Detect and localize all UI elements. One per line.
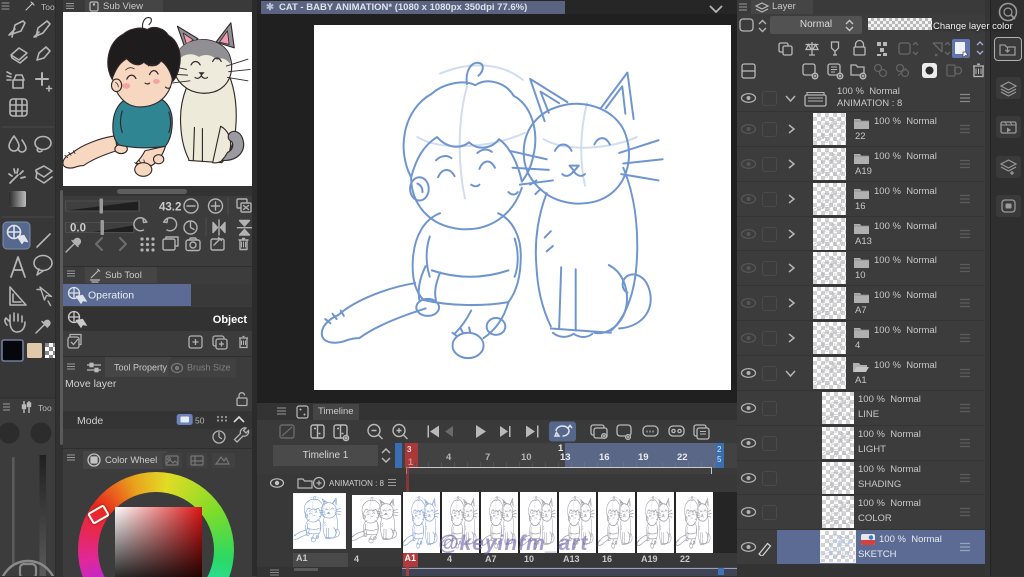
svg-text:10: 10 <box>521 452 532 463</box>
svg-text:3: 3 <box>407 445 412 454</box>
svg-text:22: 22 <box>677 452 688 463</box>
svg-text:16: 16 <box>599 452 610 463</box>
svg-text:Tool Property: Tool Property <box>114 363 168 373</box>
svg-text:Too: Too <box>38 403 52 413</box>
svg-text:0.0: 0.0 <box>70 223 86 235</box>
svg-text:Mode: Mode <box>77 415 103 427</box>
svg-text:2: 2 <box>717 445 722 454</box>
svg-text:Sub Tool: Sub Tool <box>105 270 142 281</box>
svg-text:Move layer: Move layer <box>65 378 117 390</box>
svg-text:Object: Object <box>213 314 248 326</box>
svg-text:1: 1 <box>408 457 413 467</box>
svg-text:5: 5 <box>717 455 722 464</box>
svg-text:Operation: Operation <box>88 290 134 302</box>
svg-text:Brush Size: Brush Size <box>187 363 231 373</box>
svg-text:4: 4 <box>446 452 452 463</box>
svg-text:7: 7 <box>485 452 490 463</box>
svg-text:Too: Too <box>41 2 55 12</box>
svg-text:19: 19 <box>638 452 649 463</box>
svg-text:1: 1 <box>558 443 564 454</box>
svg-text:50: 50 <box>195 416 205 426</box>
svg-text:43.2: 43.2 <box>159 202 181 214</box>
